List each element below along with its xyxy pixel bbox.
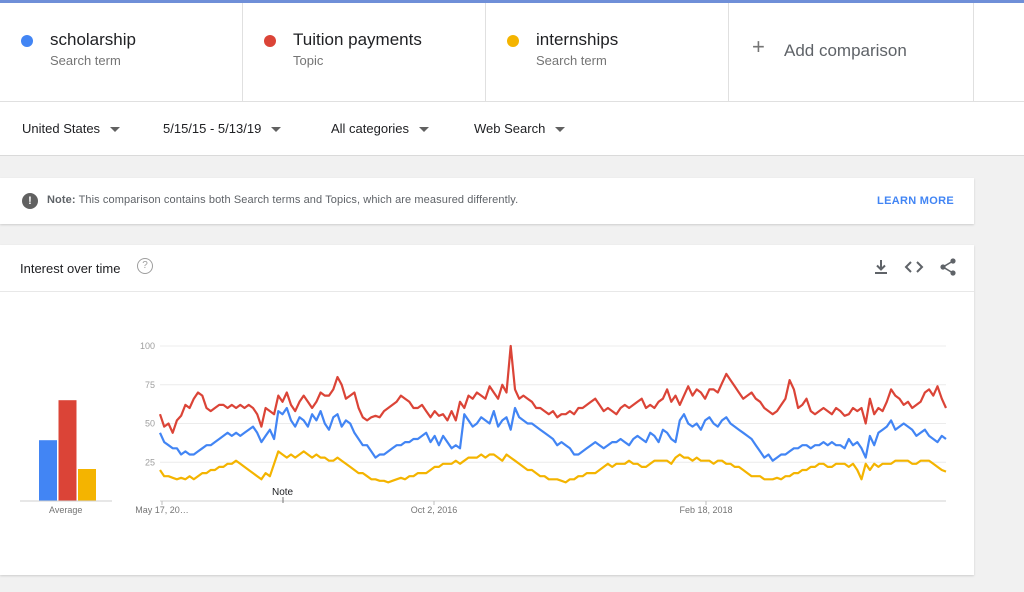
region-value: United States [22,121,101,136]
average-bar [39,440,57,501]
term-type: Search term [536,53,607,68]
term-color-dot [21,35,33,47]
term-card-tuition-payments[interactable]: Tuition payments Topic [243,3,486,101]
average-label: Average [49,505,83,515]
caret-down-icon [419,127,430,133]
note-label: Note: [47,194,76,206]
note-banner: ! Note: This comparison contains both Se… [0,178,974,224]
term-card-internships[interactable]: internships Search term [486,3,729,101]
term-name: scholarship [50,30,136,49]
search-type-value: Web Search [474,121,546,136]
date-range-dropdown[interactable]: 5/15/15 - 5/13/19 [163,121,282,136]
interest-chart: 25 50 75 100 May 17, 20… Oct 2, 2016 Feb 18, 2… [20,341,948,515]
category-dropdown[interactable]: All categories [331,121,430,136]
note-message: This comparison contains both Search ter… [78,194,519,206]
term-type: Search term [50,53,121,68]
add-comparison-label: Add comparison [784,41,907,60]
x-tick-label: Oct 2, 2016 [411,505,458,515]
plus-icon: + [752,34,765,59]
filter-bar: United States 5/15/15 - 5/13/19 All cate… [0,101,1024,156]
add-comparison-button[interactable]: + Add comparison [730,3,974,101]
term-color-dot [507,35,519,47]
caret-down-icon [271,127,282,133]
caret-down-icon [110,127,121,133]
term-color-dot [264,35,276,47]
comparison-bar: scholarship Search term Tuition payments… [0,0,1024,101]
series-line [159,450,947,484]
y-tick-label: 75 [145,380,155,390]
average-bar [78,469,96,501]
x-tick-label: May 17, 20… [135,505,189,515]
term-name: internships [536,30,619,49]
chart-note-marker[interactable]: Note [272,487,293,498]
learn-more-link[interactable]: LEARN MORE [877,195,954,207]
interest-over-time-card: Interest over time ? 25 50 75 100 May 17, 20… [0,245,974,575]
search-type-dropdown[interactable]: Web Search [474,121,566,136]
exclamation-icon: ! [22,193,38,209]
x-tick-label: Feb 18, 2018 [679,505,732,515]
region-dropdown[interactable]: United States [22,121,121,136]
average-bar [58,400,77,501]
date-range-value: 5/15/15 - 5/13/19 [163,121,262,136]
y-tick-label: 100 [140,341,155,351]
y-tick-label: 50 [145,419,155,429]
y-tick-label: 25 [145,457,155,467]
note-text: Note: This comparison contains both Sear… [47,194,518,206]
caret-down-icon [555,127,566,133]
term-card-scholarship[interactable]: scholarship Search term [0,3,243,101]
category-value: All categories [331,121,410,136]
term-name: Tuition payments [293,30,422,49]
term-type: Topic [293,53,324,68]
